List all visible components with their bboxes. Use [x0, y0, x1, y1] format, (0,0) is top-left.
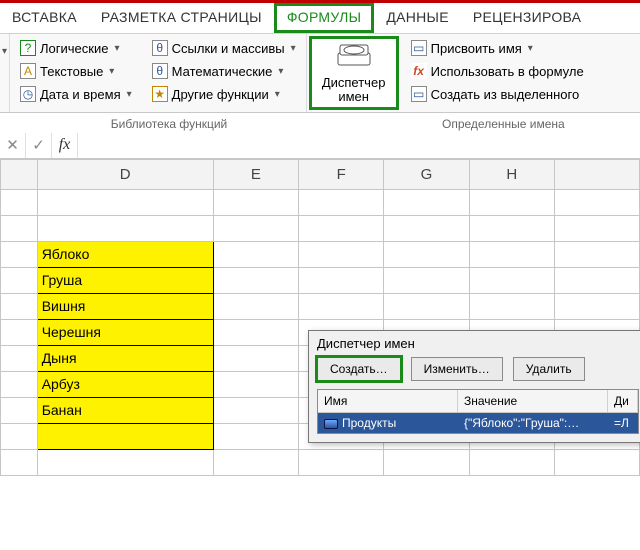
cell-D-fruit[interactable]: Черешня — [37, 319, 213, 345]
btn-use-label: Использовать в формуле — [431, 64, 584, 79]
cell-D-fruit[interactable]: Дыня — [37, 345, 213, 371]
clock-icon: ◷ — [20, 86, 36, 102]
btn-logical-label: Логические — [40, 41, 108, 56]
chevron-down-icon: ▾ — [528, 43, 533, 54]
btn-text[interactable]: A Текстовые ▾ — [16, 61, 136, 81]
btn-logical[interactable]: ? Логические ▾ — [16, 38, 136, 58]
ribbon-body: ▾ ?Логические▾ AТекстовые▾ ◷Дата и время… — [0, 34, 640, 113]
btn-datetime-label: Дата и время — [40, 87, 121, 102]
cell-D-fruit[interactable]: Арбуз — [37, 371, 213, 397]
cell-D-fruit[interactable]: Груша — [37, 267, 213, 293]
name-manager-icon — [337, 43, 371, 74]
dialog-list-header: Имя Значение Ди — [318, 390, 638, 413]
group-defined-names: ▭ Присвоить имя ▾ fx Использовать в формуле… — [401, 34, 594, 112]
btn-define-name-label: Присвоить имя — [431, 41, 522, 56]
col-header-H[interactable]: H — [469, 159, 554, 189]
btn-name-manager[interactable]: Диспетчер имен — [309, 36, 399, 110]
dialog-buttons: Создать… Изменить… Удалить — [309, 357, 640, 389]
formula-confirm-button[interactable]: ✓ — [26, 133, 52, 158]
text-icon: A — [20, 63, 36, 79]
col-header-F[interactable]: F — [299, 159, 384, 189]
chevron-down-icon: ▾ — [114, 43, 119, 54]
row-name: Продукты — [342, 416, 396, 430]
dialog-list-row[interactable]: Продукты {"Яблоко":"Груша":… =Л — [318, 413, 638, 433]
insert-function-button[interactable]: fx — [52, 133, 78, 158]
btn-math-label: Математические — [172, 64, 273, 79]
btn-lookup[interactable]: θ Ссылки и массивы ▾ — [148, 38, 300, 58]
btn-use-in-formula[interactable]: fx Использовать в формуле — [407, 61, 588, 81]
tab-page-layout[interactable]: РАЗМЕТКА СТРАНИЦЫ — [89, 3, 274, 33]
col-header-blank[interactable] — [1, 159, 38, 189]
btn-lookup-label: Ссылки и массивы — [172, 41, 285, 56]
dialog-names-list: Имя Значение Ди Продукты {"Яблоко":"Груш… — [317, 389, 639, 434]
dialog-edit-button[interactable]: Изменить… — [411, 357, 503, 381]
ribbon-tabs: ВСТАВКА РАЗМЕТКА СТРАНИЦЫ ФОРМУЛЫ ДАННЫЕ… — [0, 0, 640, 34]
group-function-library: ?Логические▾ AТекстовые▾ ◷Дата и время▾ … — [10, 34, 307, 112]
selection-icon: ▭ — [411, 86, 427, 102]
tab-formulas[interactable]: ФОРМУЛЫ — [274, 3, 375, 33]
chevron-down-icon: ▾ — [109, 66, 114, 77]
chevron-down-icon: ▾ — [278, 66, 283, 77]
cell-D-fruit[interactable]: Банан — [37, 397, 213, 423]
btn-datetime[interactable]: ◷ Дата и время ▾ — [16, 84, 136, 104]
chevron-down-icon: ▾ — [275, 89, 280, 100]
formula-cancel-button[interactable]: ✕ — [0, 133, 26, 158]
btn-text-label: Текстовые — [40, 64, 103, 79]
chevron-down-icon: ▾ — [291, 43, 296, 54]
formula-bar: ✕ ✓ fx — [0, 133, 640, 159]
btn-name-manager-label: Диспетчер имен — [314, 76, 394, 105]
tab-insert[interactable]: ВСТАВКА — [0, 3, 89, 33]
col-header-G[interactable]: G — [384, 159, 469, 189]
col-header-extra[interactable] — [555, 159, 640, 189]
chevron-down-icon: ▾ — [127, 89, 132, 100]
tab-review[interactable]: РЕЦЕНЗИРОВА — [461, 3, 593, 33]
btn-create-label: Создать из выделенного — [431, 87, 580, 102]
row-value: {"Яблоко":"Груша":… — [458, 413, 608, 433]
lookup-icon: θ — [152, 40, 168, 56]
formula-input[interactable] — [78, 133, 640, 158]
col-header-D[interactable]: D — [37, 159, 213, 189]
name-item-icon — [324, 419, 338, 429]
dialog-delete-button[interactable]: Удалить — [513, 357, 585, 381]
btn-define-name[interactable]: ▭ Присвоить имя ▾ — [407, 38, 588, 58]
cell-D-fruit[interactable]: Яблоко — [37, 241, 213, 267]
more-icon: ★ — [152, 86, 168, 102]
cell-D-empty[interactable] — [37, 423, 213, 449]
group-label-library: Библиотека функций — [0, 113, 338, 133]
btn-more-functions[interactable]: ★ Другие функции ▾ — [148, 84, 300, 104]
col-name[interactable]: Имя — [318, 390, 458, 412]
group-label-defined: Определенные имена — [434, 113, 640, 133]
dialog-title: Диспетчер имен — [309, 331, 640, 357]
dialog-create-button[interactable]: Создать… — [317, 357, 401, 381]
col-d[interactable]: Ди — [608, 390, 638, 412]
col-header-E[interactable]: E — [213, 159, 298, 189]
col-value[interactable]: Значение — [458, 390, 608, 412]
name-manager-dialog: Диспетчер имен Создать… Изменить… Удалит… — [308, 330, 640, 443]
fx-icon: fx — [411, 63, 427, 79]
column-headers: D E F G H — [1, 159, 640, 189]
tab-data[interactable]: ДАННЫЕ — [374, 3, 461, 33]
btn-create-from-selection[interactable]: ▭ Создать из выделенного — [407, 84, 588, 104]
question-icon: ? — [20, 40, 36, 56]
cell-D-fruit[interactable]: Вишня — [37, 293, 213, 319]
btn-more-label: Другие функции — [172, 87, 269, 102]
theta-icon: θ — [152, 63, 168, 79]
chevron-down-icon[interactable]: ▾ — [2, 46, 7, 57]
row-d: =Л — [608, 413, 638, 433]
tag-icon: ▭ — [411, 40, 427, 56]
btn-math[interactable]: θ Математические ▾ — [148, 61, 300, 81]
